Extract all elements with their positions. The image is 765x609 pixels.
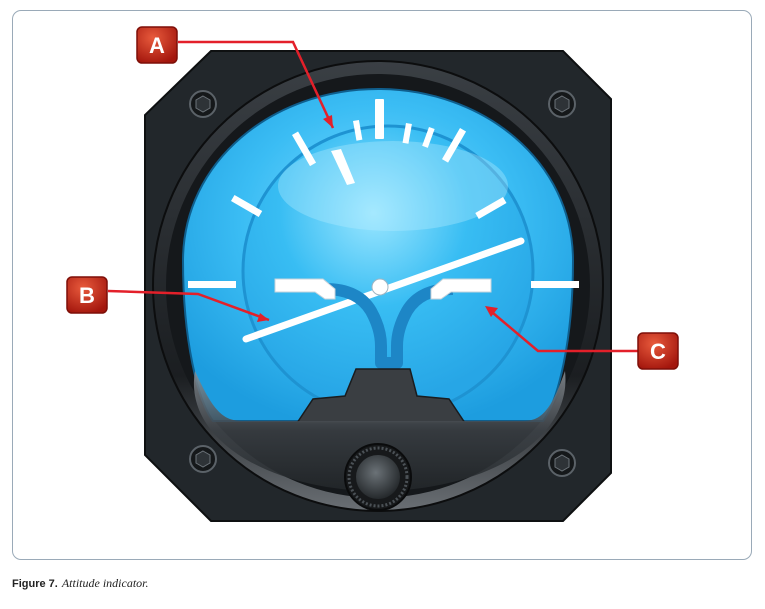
figure-frame: A B C	[12, 10, 752, 560]
figure-label: Figure 7.	[12, 578, 58, 590]
adjustment-knob[interactable]	[344, 443, 412, 511]
screw-icon	[189, 445, 217, 473]
figure-caption: Figure 7. Attitude indicator.	[12, 576, 149, 591]
horizon-reference-left	[188, 281, 236, 288]
screw-icon	[548, 449, 576, 477]
horizon-reference-right	[531, 281, 579, 288]
svg-text:B: B	[79, 283, 95, 308]
screw-icon	[189, 90, 217, 118]
svg-text:C: C	[650, 339, 666, 364]
bank-tick-zero	[375, 99, 384, 139]
figure-description: Attitude indicator.	[61, 576, 149, 590]
attitude-indicator-illustration: A B C	[66, 26, 679, 522]
callout-c: C	[637, 332, 679, 370]
callout-b: B	[66, 276, 108, 314]
svg-text:A: A	[149, 33, 165, 58]
screw-icon	[548, 90, 576, 118]
center-dot	[371, 278, 389, 296]
callout-a: A	[136, 26, 178, 64]
